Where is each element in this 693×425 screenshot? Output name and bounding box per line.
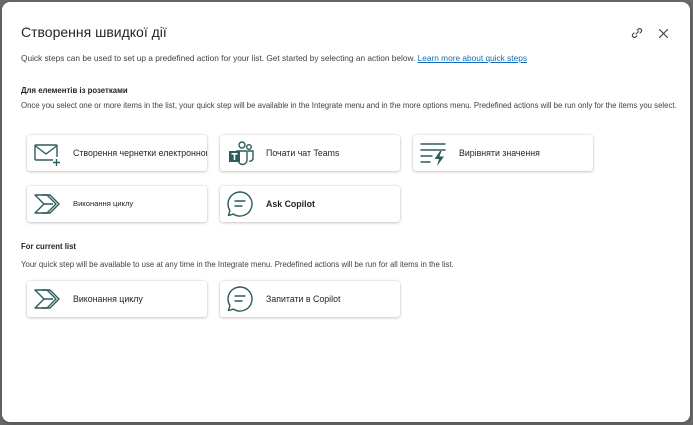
card-ask-copilot-list[interactable]: Запитати в Copilot bbox=[220, 281, 400, 317]
card-label: Почати чат Teams bbox=[266, 148, 340, 158]
power-automate-icon bbox=[33, 285, 61, 313]
close-icon[interactable] bbox=[656, 26, 670, 40]
card-label: Ask Copilot bbox=[266, 199, 315, 209]
text-flash-icon bbox=[419, 139, 447, 167]
intro-text: Quick steps can be used to set up a pred… bbox=[21, 53, 527, 63]
quick-step-dialog: Створення швидкої дії Quick steps can be… bbox=[2, 2, 690, 422]
card-run-flow-list[interactable]: Виконання циклу bbox=[27, 281, 207, 317]
learn-more-link[interactable]: Learn more about quick steps bbox=[418, 53, 527, 63]
card-label: Вирівняти значення bbox=[459, 148, 540, 158]
section-description-current-list: Your quick step will be available to use… bbox=[21, 260, 454, 269]
link-icon[interactable] bbox=[630, 26, 644, 40]
section-title-selected-items: Для елементів із розетками bbox=[21, 86, 128, 95]
section-description-selected-items: Once you select one or more items in the… bbox=[21, 101, 677, 110]
intro-description: Quick steps can be used to set up a pred… bbox=[21, 53, 416, 63]
card-create-email-draft[interactable]: Створення чернетки електронного листа bbox=[27, 135, 207, 171]
card-label: Виконання циклу bbox=[73, 199, 134, 208]
card-align-values[interactable]: Вирівняти значення bbox=[413, 135, 593, 171]
power-automate-icon bbox=[33, 190, 61, 218]
header-actions bbox=[630, 26, 670, 40]
chat-bubble-icon bbox=[226, 285, 254, 313]
section-title-current-list: For current list bbox=[21, 242, 77, 251]
card-run-flow[interactable]: Виконання циклу bbox=[27, 186, 207, 222]
card-label: Виконання циклу bbox=[73, 294, 143, 304]
card-start-teams-chat[interactable]: Почати чат Teams bbox=[220, 135, 400, 171]
mail-add-icon bbox=[33, 139, 61, 167]
card-ask-copilot[interactable]: Ask Copilot bbox=[220, 186, 400, 222]
teams-icon bbox=[226, 139, 254, 167]
card-label: Запитати в Copilot bbox=[266, 294, 341, 304]
card-label: Створення чернетки електронного листа bbox=[73, 148, 207, 158]
chat-bubble-icon bbox=[226, 190, 254, 218]
dialog-title: Створення швидкої дії bbox=[21, 24, 167, 40]
